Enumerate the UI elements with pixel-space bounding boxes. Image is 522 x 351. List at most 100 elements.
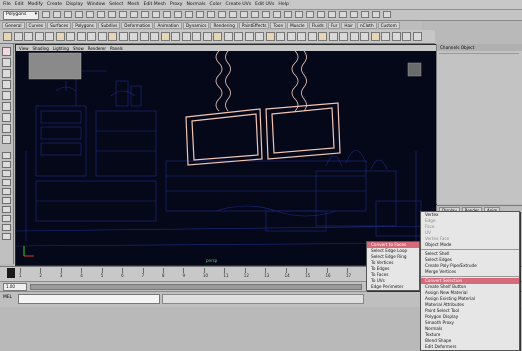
manipulator-tool-icon[interactable] [2, 113, 11, 122]
paint-select-tool-icon[interactable] [2, 69, 11, 78]
panel-menu-renderer[interactable]: Renderer [88, 46, 106, 51]
shelf-icon[interactable] [171, 32, 180, 41]
layout-outliner-icon[interactable] [2, 179, 11, 186]
shelf-icon[interactable] [412, 32, 422, 41]
panel-menu-panels[interactable]: Panels [110, 46, 123, 51]
layout-extra-icon[interactable] [2, 233, 11, 240]
status-line-icon[interactable] [317, 11, 325, 18]
rotate-tool-icon[interactable] [2, 91, 11, 100]
status-line-icon[interactable] [141, 11, 149, 18]
range-start-field[interactable]: 1.00 [3, 283, 27, 291]
menu-color[interactable]: Color [210, 2, 222, 7]
shelf-tab-hair[interactable]: Hair [341, 22, 356, 29]
shelf-icon[interactable] [328, 32, 338, 41]
shelf-tab-animation[interactable]: Animation [154, 22, 182, 29]
shelf-tab-general[interactable]: General [2, 22, 25, 29]
panel-menu-shading[interactable]: Shading [33, 46, 49, 51]
shelf-icon[interactable] [391, 32, 401, 41]
layout-uv-icon[interactable] [2, 215, 11, 222]
panel-menu-view[interactable]: View [19, 46, 29, 51]
shelf-icon[interactable] [118, 32, 128, 41]
menu-file[interactable]: File [3, 2, 11, 7]
status-line-icon[interactable] [86, 11, 94, 18]
shelf-icon[interactable] [139, 32, 149, 41]
layout-script-icon[interactable] [2, 224, 11, 231]
command-input[interactable] [18, 294, 160, 304]
shelf-icon[interactable] [213, 32, 222, 41]
layout-four-icon[interactable] [2, 161, 11, 168]
status-line-icon[interactable] [42, 11, 50, 18]
shelf-icon[interactable] [3, 32, 12, 41]
menu-item-edge-perimeter[interactable]: Edge Perimeter [367, 284, 419, 290]
soft-mod-tool-icon[interactable] [2, 124, 11, 133]
last-tool-icon[interactable] [2, 135, 11, 144]
status-line-icon[interactable] [119, 11, 127, 18]
menu-edit-uvs[interactable]: Edit UVs [255, 2, 274, 7]
status-line-icon[interactable] [108, 11, 116, 18]
shelf-icon[interactable] [286, 32, 296, 41]
shelf-tab-subdivs[interactable]: Subdivs [97, 22, 121, 29]
menu-modify[interactable]: Modify [28, 2, 43, 7]
status-line-icon[interactable] [240, 11, 248, 18]
status-line-icon[interactable] [97, 11, 105, 18]
shelf-icon[interactable] [360, 32, 369, 41]
menu-edit[interactable]: Edit [15, 2, 24, 7]
shelf-icon[interactable] [150, 32, 159, 41]
shelf-tab-dynamics[interactable]: Dynamics [182, 22, 210, 29]
menu-help[interactable]: Help [278, 2, 288, 7]
shelf-tab-custom[interactable]: Custom [377, 22, 400, 29]
mode-dropdown[interactable]: Polygons ▾ [3, 11, 39, 20]
shelf-icon[interactable] [202, 32, 212, 41]
status-line-icon[interactable] [207, 11, 215, 18]
shelf-icon[interactable] [192, 32, 201, 41]
shelf-icon[interactable] [66, 32, 75, 41]
status-line-icon[interactable] [251, 11, 259, 18]
shelf-icon[interactable] [349, 32, 359, 41]
shelf-icon[interactable] [370, 32, 380, 41]
status-line-icon[interactable] [152, 11, 160, 18]
shelf-tab-muscle[interactable]: Muscle [287, 22, 308, 29]
shelf-icon[interactable] [402, 32, 411, 41]
shelf-icon[interactable] [244, 32, 254, 41]
status-line-icon[interactable] [383, 11, 391, 18]
status-line-icon[interactable] [53, 11, 61, 18]
status-line-icon[interactable] [284, 11, 292, 18]
shelf-icon[interactable] [45, 32, 54, 41]
status-line-icon[interactable] [350, 11, 358, 18]
shelf-icon[interactable] [97, 32, 107, 41]
shelf-icon[interactable] [34, 32, 44, 41]
menu-window[interactable]: Window [87, 2, 105, 7]
status-line-icon[interactable] [75, 11, 83, 18]
scale-tool-icon[interactable] [2, 102, 11, 111]
menu-mesh[interactable]: Mesh [127, 2, 139, 7]
menu-normals[interactable]: Normals [186, 2, 205, 7]
menu-item-edit-deformers[interactable]: Edit Deformers [421, 344, 519, 350]
status-line-icon[interactable] [262, 11, 270, 18]
status-line-icon[interactable] [295, 11, 303, 18]
shelf-icon[interactable] [265, 32, 275, 41]
menu-create[interactable]: Create [47, 2, 62, 7]
layout-single-icon[interactable] [2, 152, 11, 159]
status-line-icon[interactable] [185, 11, 193, 18]
status-line-icon[interactable] [361, 11, 369, 18]
status-line-icon[interactable] [339, 11, 347, 18]
shelf-tab-deformation[interactable]: Deformation [121, 22, 154, 29]
status-line-icon[interactable] [372, 11, 380, 18]
status-line-icon[interactable] [273, 11, 281, 18]
select-tool-icon[interactable] [2, 47, 11, 56]
shelf-tab-surfaces[interactable]: Surfaces [47, 22, 72, 29]
shelf-icon[interactable] [13, 32, 23, 41]
shelf-icon[interactable] [55, 32, 65, 41]
shelf-tab-painteffects[interactable]: PaintEffects [238, 22, 270, 29]
status-line-icon[interactable] [218, 11, 226, 18]
shelf-icon[interactable] [297, 32, 306, 41]
panel-menu-lighting[interactable]: Lighting [53, 46, 69, 51]
shelf-tab-rendering[interactable]: Rendering [210, 22, 238, 29]
shelf-icon[interactable] [160, 32, 170, 41]
status-line-icon[interactable] [174, 11, 182, 18]
shelf-icon[interactable] [129, 32, 138, 41]
viewport-persp[interactable]: View Shading Lighting Show Renderer Panels [15, 44, 437, 266]
shelf-icon[interactable] [87, 32, 96, 41]
status-line-icon[interactable] [229, 11, 237, 18]
shelf-icon[interactable] [276, 32, 285, 41]
